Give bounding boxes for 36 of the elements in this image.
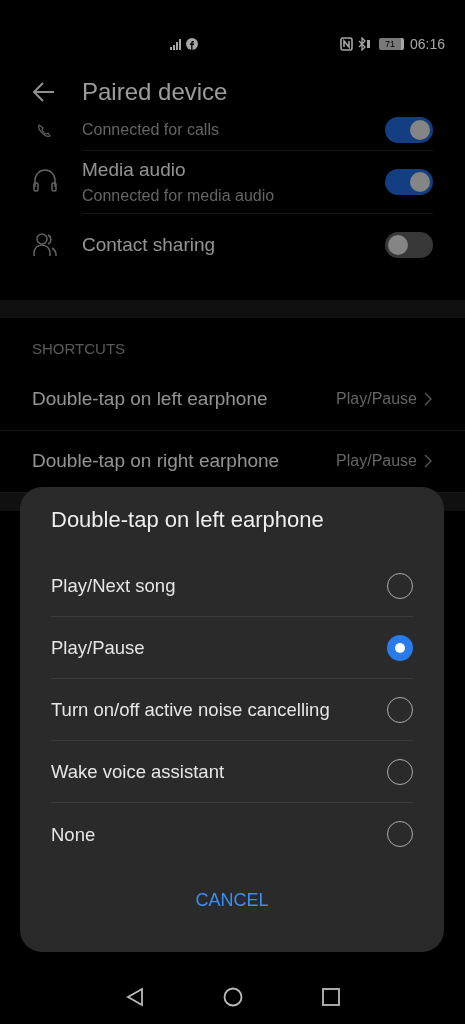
- signal-icon: [170, 38, 182, 50]
- dialog-title: Double-tap on left earphone: [51, 507, 325, 534]
- bluetooth-icon: [357, 37, 371, 51]
- option-label[interactable]: Wake voice assistant: [51, 758, 387, 786]
- app-notification-icon: [186, 38, 198, 50]
- battery-level: 71: [378, 38, 404, 50]
- toggle-switch[interactable]: [385, 117, 433, 143]
- section-heading: SHORTCUTS: [31, 339, 127, 359]
- screen-title: Paired device: [82, 77, 228, 107]
- chevron-icon: [423, 392, 433, 406]
- phone-icon: [37, 123, 52, 137]
- chevron-icon: [423, 454, 433, 468]
- headphones-icon: [32, 169, 58, 195]
- option-label[interactable]: Play/Next song: [51, 572, 387, 600]
- option-label[interactable]: Turn on/off active noise cancelling: [51, 696, 387, 724]
- setting-subtitle: Connected for calls: [82, 120, 220, 140]
- back-icon[interactable]: [32, 81, 56, 103]
- people-icon: [32, 232, 58, 258]
- option-label[interactable]: Play/Pause: [51, 634, 387, 662]
- clock-time: 06:16: [409, 34, 445, 54]
- shortcut-label[interactable]: Double-tap on right earphone: [32, 446, 337, 476]
- toggle-switch[interactable]: [385, 169, 433, 195]
- setting-title: Contact sharing: [82, 232, 217, 257]
- toggle-switch[interactable]: [385, 232, 433, 258]
- back-icon[interactable]: [124, 987, 145, 1007]
- nfc-icon: [339, 37, 353, 51]
- shortcut-value: Play/Pause: [336, 451, 417, 471]
- shortcut-value: Play/Pause: [336, 389, 417, 409]
- setting-title: Media audio: [82, 157, 187, 182]
- radio-button[interactable]: [387, 634, 413, 661]
- recent-apps-icon[interactable]: [320, 987, 341, 1007]
- shortcut-label[interactable]: Double-tap on left earphone: [32, 384, 337, 414]
- setting-subtitle: Connected for media audio: [82, 186, 276, 207]
- cancel-button[interactable]: CANCEL: [185, 883, 279, 919]
- option-label[interactable]: None: [51, 820, 387, 849]
- home-icon[interactable]: [222, 987, 243, 1007]
